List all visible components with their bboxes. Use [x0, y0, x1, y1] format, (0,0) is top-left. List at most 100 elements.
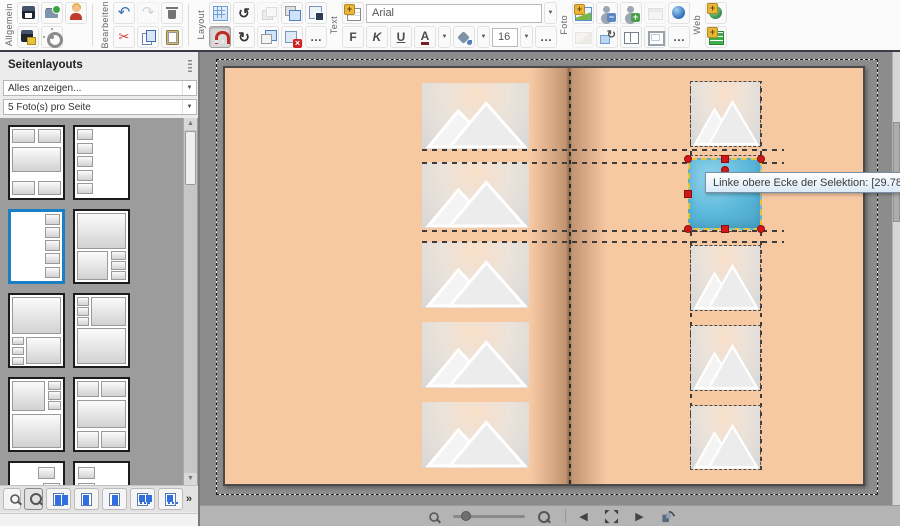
zoom-in-button[interactable]	[24, 488, 42, 510]
layout-thumbnail-layout-2-left[interactable]	[73, 461, 130, 485]
layout-thumbnail-layout-5-right[interactable]	[8, 209, 65, 284]
photo-frame-right-5[interactable]	[690, 405, 761, 470]
zoom-out-button[interactable]	[3, 488, 21, 510]
underline-button[interactable]: U	[390, 26, 412, 48]
save-button[interactable]	[17, 2, 39, 24]
bold-button[interactable]: F	[342, 26, 364, 48]
handle-top-left[interactable]	[684, 155, 692, 163]
rotate-right-button[interactable]	[233, 26, 255, 48]
undo-button[interactable]	[113, 2, 135, 24]
layout-thumbnail-layout-5-left[interactable]	[73, 125, 130, 200]
scroll-down-icon[interactable]: ▼	[184, 473, 197, 485]
bring-forward-button[interactable]	[257, 26, 279, 48]
screenshot-button[interactable]	[644, 2, 666, 24]
handle-bottom-right[interactable]	[757, 225, 765, 233]
handle-top-right[interactable]	[757, 155, 765, 163]
layout-thumbnail-layout-2-big-2[interactable]	[73, 377, 130, 452]
view-3-button[interactable]	[102, 488, 127, 510]
landscape-button[interactable]	[572, 26, 594, 48]
open-project-button[interactable]	[41, 2, 63, 24]
save-as-button[interactable]	[17, 26, 39, 48]
photo-frame-right-3[interactable]	[690, 245, 761, 311]
photos-per-page-select[interactable]: 5 Foto(s) pro Seite ▼	[3, 99, 197, 115]
photo-placeholder-right-5[interactable]	[691, 406, 760, 469]
chevron-down-icon[interactable]: ▼	[182, 81, 196, 95]
sidebar-scrollbar[interactable]: ▲ ▼	[183, 118, 197, 485]
cut-button[interactable]	[113, 26, 135, 48]
handle-middle-left[interactable]	[684, 190, 692, 198]
photo-placeholder-right-1[interactable]	[691, 82, 760, 146]
bring-to-front-button[interactable]	[281, 2, 303, 24]
rotate-spread-icon[interactable]	[658, 507, 678, 525]
zoom-out-icon[interactable]	[423, 507, 445, 525]
layout-thumbnail-layout-2-stagger[interactable]	[8, 461, 65, 485]
fill-color-button[interactable]	[453, 26, 475, 48]
view-5-button[interactable]	[158, 488, 183, 510]
photo-placeholder-left-5[interactable]	[422, 402, 529, 468]
add-web-photo-button[interactable]	[705, 2, 727, 24]
panel-grip-icon[interactable]	[188, 58, 192, 72]
send-backward-button[interactable]	[257, 2, 279, 24]
settings-button[interactable]	[41, 26, 63, 48]
copy-button[interactable]	[137, 26, 159, 48]
handle-top-center[interactable]	[721, 155, 729, 163]
photo-more-button[interactable]: …	[668, 26, 690, 48]
paste-button[interactable]	[161, 26, 183, 48]
font-size-drop-button[interactable]: ▼	[520, 26, 533, 48]
layout-thumbnail-layout-big-top-3small[interactable]	[8, 293, 65, 368]
fit-to-page-icon[interactable]	[602, 507, 622, 525]
font-color-drop-button[interactable]: ▼	[438, 26, 451, 48]
add-textbox-button[interactable]	[342, 2, 364, 24]
photobook-spread[interactable]	[223, 66, 865, 486]
globe-button[interactable]	[668, 2, 690, 24]
add-web-table-button[interactable]	[705, 26, 727, 48]
person-add-button[interactable]	[620, 2, 642, 24]
handle-bottom-center[interactable]	[721, 225, 729, 233]
photo-placeholder-right-4[interactable]	[691, 326, 760, 390]
grid-button[interactable]	[209, 2, 231, 24]
font-family-drop-button[interactable]: ▼	[544, 2, 557, 24]
editor-canvas[interactable]: Linke obere Ecke der Selektion: [29.78 c…	[200, 52, 900, 526]
layout-thumbnail-layout-img-3small-img[interactable]	[8, 377, 65, 452]
chevron-down-icon[interactable]: ▼	[182, 100, 196, 114]
view-1-button[interactable]	[46, 488, 71, 510]
photo-frame-button[interactable]	[644, 26, 666, 48]
assistant-button[interactable]	[65, 2, 87, 24]
scroll-up-icon[interactable]: ▲	[184, 118, 197, 130]
zoom-slider[interactable]	[453, 507, 525, 525]
zoom-in-icon[interactable]	[533, 507, 557, 525]
scrollbar-thumb[interactable]	[185, 131, 196, 185]
redo-button[interactable]	[137, 2, 159, 24]
zoom-slider-knob[interactable]	[461, 511, 471, 521]
layout-thumbnail-layout-2-1-2[interactable]	[8, 125, 65, 200]
delete-layout-button[interactable]	[281, 26, 303, 48]
book-spread-button[interactable]	[620, 26, 642, 48]
canvas-scrollbar[interactable]	[892, 52, 900, 505]
next-page-icon[interactable]: ▶	[630, 507, 650, 525]
rotate-left-button[interactable]	[233, 2, 255, 24]
photo-placeholder-left-4[interactable]	[422, 322, 529, 388]
rotate-photo-button[interactable]	[596, 26, 618, 48]
text-more-button[interactable]: …	[535, 26, 557, 48]
handle-bottom-left[interactable]	[684, 225, 692, 233]
previous-page-icon[interactable]: ◀	[574, 507, 594, 525]
photo-placeholder-left-1[interactable]	[422, 83, 529, 149]
font-color-button[interactable]: A	[414, 26, 436, 48]
layout-more-button[interactable]: …	[305, 26, 327, 48]
view-2-button[interactable]	[74, 488, 99, 510]
add-photo-button[interactable]	[572, 2, 594, 24]
photo-placeholder-right-3[interactable]	[691, 246, 760, 310]
magnet-button[interactable]	[209, 26, 231, 48]
sidebar-overflow-chevron[interactable]: »	[186, 493, 192, 505]
font-family-combo[interactable]: Arial	[366, 4, 542, 23]
photo-placeholder-left-2[interactable]	[422, 162, 529, 228]
layout-filter-select[interactable]: Alles anzeigen... ▼	[3, 80, 197, 96]
person-remove-button[interactable]	[596, 2, 618, 24]
save-layout-button[interactable]	[305, 2, 327, 24]
view-4-button[interactable]	[130, 488, 155, 510]
photo-placeholder-left-3[interactable]	[422, 242, 529, 308]
photo-frame-right-1[interactable]	[690, 81, 761, 147]
layout-thumbnail-layout-big-top[interactable]	[73, 209, 130, 284]
layout-thumbnail-layout-3small-big-bottom[interactable]	[73, 293, 130, 368]
photo-frame-right-4[interactable]	[690, 325, 761, 391]
